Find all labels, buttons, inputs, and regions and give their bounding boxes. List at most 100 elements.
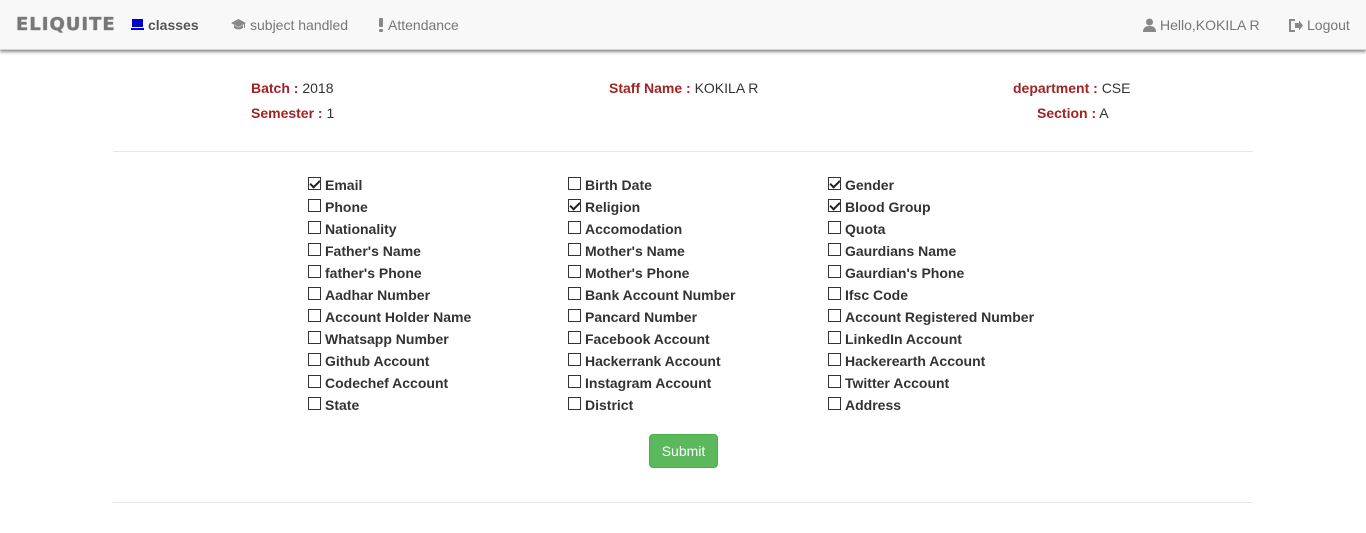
checkbox[interactable]	[308, 265, 321, 278]
checkbox[interactable]	[308, 221, 321, 234]
checkbox[interactable]	[828, 397, 841, 410]
checkbox[interactable]	[568, 375, 581, 388]
checkbox[interactable]	[308, 287, 321, 300]
user-icon	[1143, 18, 1156, 32]
checkbox-label: Accomodation	[585, 221, 683, 237]
checkbox[interactable]	[308, 243, 321, 256]
checkbox[interactable]	[308, 177, 321, 190]
checkbox[interactable]	[568, 199, 581, 212]
field-checkbox-item[interactable]: Account Holder Name	[308, 308, 471, 326]
checkbox-label: Ifsc Code	[845, 287, 909, 303]
checkbox[interactable]	[568, 221, 581, 234]
checkbox-label: Aadhar Number	[325, 287, 431, 303]
staff-info: Staff Name : KOKILA R	[609, 80, 758, 96]
field-checkbox-item[interactable]: Instagram Account	[568, 374, 711, 392]
checkbox[interactable]	[568, 177, 581, 190]
field-checkbox-item[interactable]: Gender	[828, 176, 894, 194]
nav-item-classes[interactable]: classes	[131, 17, 199, 33]
checkbox[interactable]	[308, 309, 321, 322]
field-checkbox-item[interactable]: Phone	[308, 198, 368, 216]
checkbox[interactable]	[828, 221, 841, 234]
checkbox[interactable]	[828, 375, 841, 388]
checkbox[interactable]	[568, 353, 581, 366]
checkbox[interactable]	[568, 309, 581, 322]
field-checkbox-item[interactable]: Github Account	[308, 352, 429, 370]
field-checkbox-item[interactable]: Mother's Phone	[568, 264, 689, 282]
field-checkbox-item[interactable]: Birth Date	[568, 176, 652, 194]
field-checkbox-item[interactable]: Hackerrank Account	[568, 352, 721, 370]
staff-value: KOKILA R	[694, 80, 759, 96]
field-checkbox-item[interactable]: Aadhar Number	[308, 286, 430, 304]
field-checkbox-item[interactable]: Gaurdians Name	[828, 242, 956, 260]
divider-top	[113, 151, 1253, 152]
checkbox-label: Mother's Phone	[585, 265, 690, 281]
field-checkbox-item[interactable]: Account Registered Number	[828, 308, 1034, 326]
checkbox[interactable]	[568, 331, 581, 344]
checkbox[interactable]	[828, 199, 841, 212]
field-checkbox-item[interactable]: Father's Name	[308, 242, 421, 260]
checkbox-label: Github Account	[325, 353, 430, 369]
submit-button[interactable]: Submit	[649, 434, 718, 468]
checkbox[interactable]	[308, 397, 321, 410]
checkbox-label: Account Registered Number	[845, 309, 1035, 325]
field-checkbox-item[interactable]: father's Phone	[308, 264, 422, 282]
checkbox-label: District	[585, 397, 634, 413]
logout-label: Logout	[1307, 17, 1350, 33]
checkbox-label: Phone	[325, 199, 368, 215]
checkbox[interactable]	[568, 397, 581, 410]
checkbox[interactable]	[308, 353, 321, 366]
field-checkbox-item[interactable]: Mother's Name	[568, 242, 685, 260]
graduation-cap-icon	[231, 19, 246, 31]
checkbox[interactable]	[308, 331, 321, 344]
field-checkbox-item[interactable]: Codechef Account	[308, 374, 448, 392]
checkbox[interactable]	[828, 287, 841, 300]
field-checkbox-item[interactable]: LinkedIn Account	[828, 330, 962, 348]
checkbox[interactable]	[828, 331, 841, 344]
field-checkbox-item[interactable]: District	[568, 396, 633, 414]
brand-logo[interactable]: ELIQUITE	[16, 14, 116, 35]
field-checkbox-item[interactable]: Ifsc Code	[828, 286, 908, 304]
checkbox-label: Hackerearth Account	[845, 353, 986, 369]
checkbox-label: father's Phone	[325, 265, 422, 281]
checkbox[interactable]	[568, 265, 581, 278]
checkbox[interactable]	[828, 353, 841, 366]
field-checkbox-item[interactable]: Twitter Account	[828, 374, 949, 392]
field-checkbox-item[interactable]: Quota	[828, 220, 885, 238]
field-checkbox-item[interactable]: State	[308, 396, 359, 414]
checkbox-label: LinkedIn Account	[845, 331, 962, 347]
checkbox[interactable]	[828, 265, 841, 278]
nav-item-attendance[interactable]: Attendance	[378, 17, 459, 33]
field-checkbox-item[interactable]: Pancard Number	[568, 308, 697, 326]
checkbox-label: Mother's Name	[585, 243, 685, 259]
field-checkbox-item[interactable]: Hackerearth Account	[828, 352, 985, 370]
checkbox-label: Blood Group	[845, 199, 931, 215]
checkbox[interactable]	[308, 199, 321, 212]
field-checkbox-item[interactable]: Whatsapp Number	[308, 330, 449, 348]
field-checkbox-item[interactable]: Blood Group	[828, 198, 931, 216]
field-checkbox-item[interactable]: Facebook Account	[568, 330, 710, 348]
field-checkbox-item[interactable]: Bank Account Number	[568, 286, 735, 304]
checkbox[interactable]	[828, 177, 841, 190]
field-checkbox-item[interactable]: Accomodation	[568, 220, 682, 238]
field-checkbox-item[interactable]: Religion	[568, 198, 640, 216]
checkbox-label: Bank Account Number	[585, 287, 736, 303]
checkbox[interactable]	[568, 243, 581, 256]
user-menu[interactable]: Hello,KOKILA R	[1143, 17, 1260, 33]
checkbox[interactable]	[568, 287, 581, 300]
checkbox[interactable]	[828, 243, 841, 256]
field-checkbox-item[interactable]: Email	[308, 176, 362, 194]
nav-item-subject-handled[interactable]: subject handled	[231, 17, 348, 33]
logout-button[interactable]: Logout	[1289, 17, 1350, 33]
nav-item-label: subject handled	[250, 17, 349, 33]
batch-label: Batch :	[251, 80, 299, 96]
field-checkbox-item[interactable]: Gaurdian's Phone	[828, 264, 964, 282]
section-value: A	[1099, 105, 1109, 121]
checkbox-label: Gender	[845, 177, 895, 193]
checkbox-label: Account Holder Name	[325, 309, 472, 325]
nav-item-label: Attendance	[388, 17, 459, 33]
divider-bottom	[113, 502, 1253, 503]
checkbox[interactable]	[828, 309, 841, 322]
checkbox[interactable]	[308, 375, 321, 388]
field-checkbox-item[interactable]: Nationality	[308, 220, 397, 238]
field-checkbox-item[interactable]: Address	[828, 396, 901, 414]
